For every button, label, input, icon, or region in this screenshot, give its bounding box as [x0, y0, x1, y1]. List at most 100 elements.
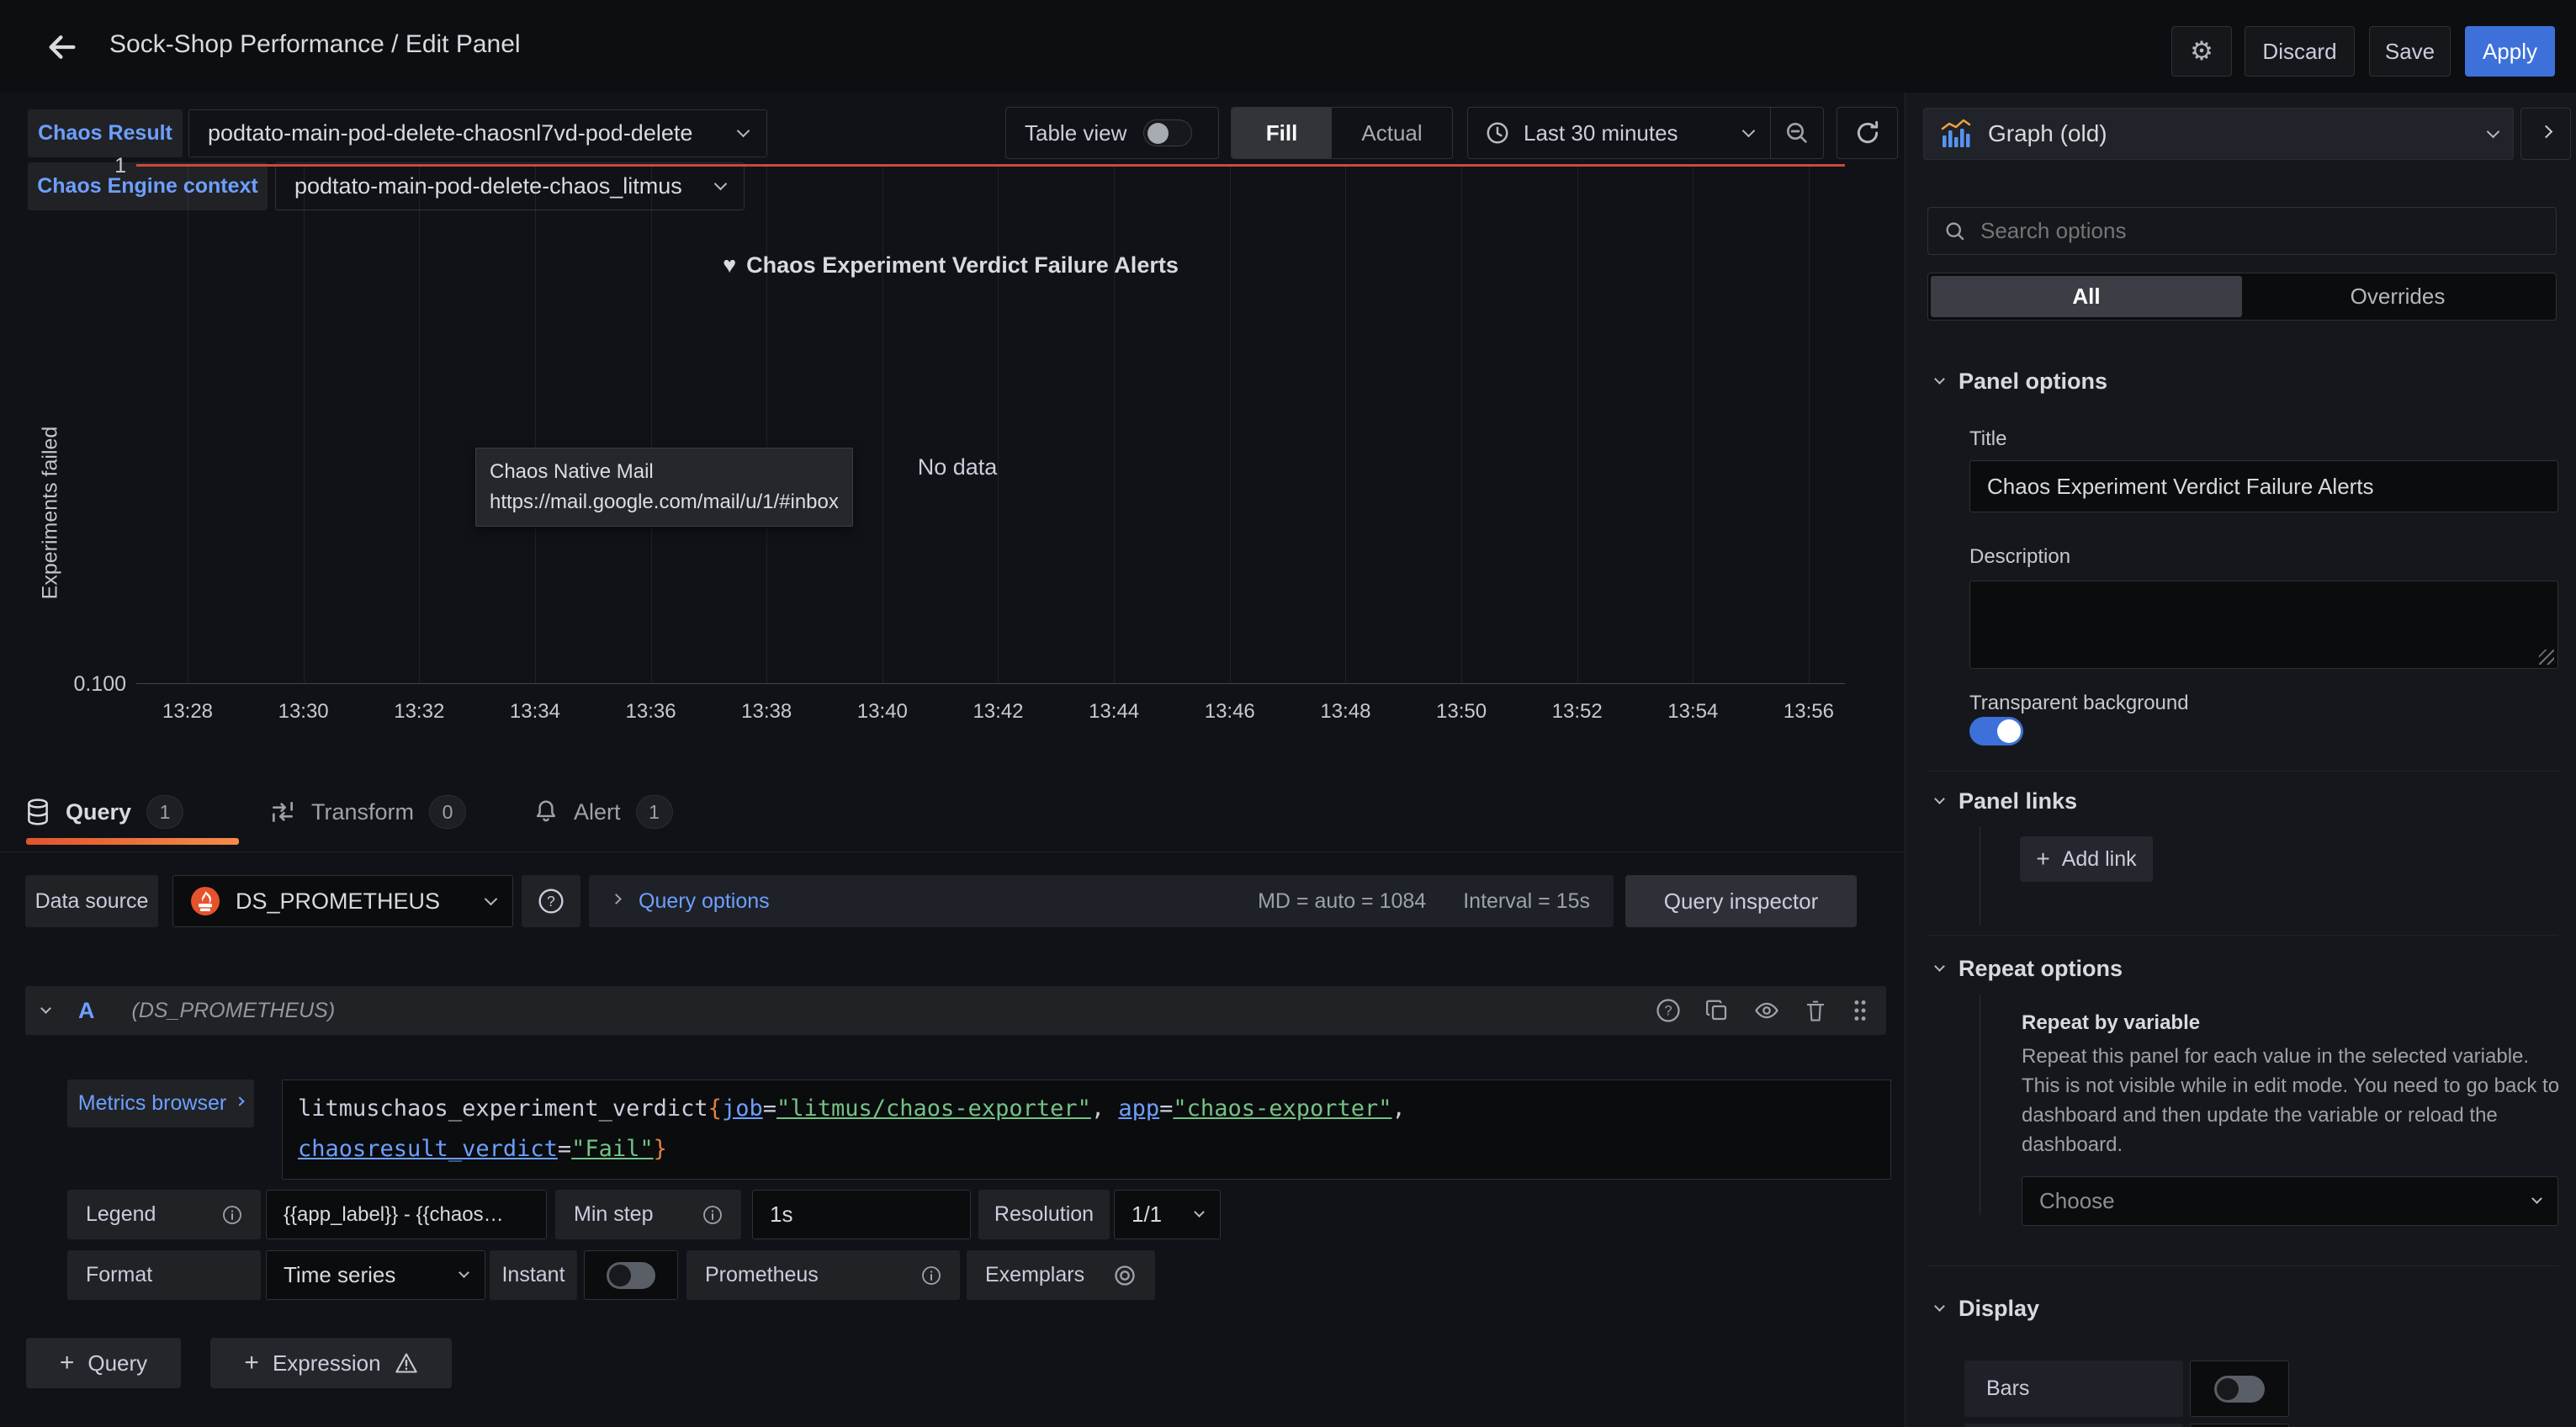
- tab-query[interactable]: Query 1: [25, 787, 183, 837]
- panel-links-section-header[interactable]: Panel links: [1936, 788, 2077, 814]
- resolution-label-text: Resolution: [994, 1202, 1094, 1227]
- x-tick-label: 13:52: [1519, 700, 1636, 724]
- legend-input[interactable]: [266, 1190, 547, 1239]
- tab-transform-count: 0: [429, 795, 466, 829]
- tab-transform[interactable]: Transform 0: [269, 787, 466, 837]
- panel-settings-button[interactable]: ⚙: [2171, 26, 2232, 77]
- tab-all[interactable]: All: [1931, 276, 2242, 317]
- discard-button[interactable]: Discard: [2245, 26, 2355, 77]
- query-options-bar[interactable]: Query options MD = auto = 1084 Interval …: [589, 875, 1614, 927]
- x-gridline: [1577, 166, 1578, 683]
- section-divider: [1927, 1265, 2558, 1266]
- bars-toggle[interactable]: [2214, 1376, 2265, 1403]
- back-arrow-icon[interactable]: [37, 24, 87, 71]
- x-gridline: [1461, 166, 1462, 683]
- x-gridline: [1114, 166, 1115, 683]
- transparent-bg-toggle[interactable]: [1969, 717, 2023, 745]
- chevron-right-icon: [236, 1096, 245, 1106]
- resolution-select[interactable]: 1/1: [1114, 1190, 1221, 1239]
- chevron-right-icon: [611, 894, 622, 904]
- viz-picker[interactable]: Graph (old): [1923, 108, 2514, 160]
- delete-query-trash-icon[interactable]: [1804, 998, 1827, 1023]
- transform-icon: [269, 798, 296, 825]
- query-inspector-button[interactable]: Query inspector: [1625, 875, 1857, 927]
- panel-options-title: Panel options: [1959, 369, 2107, 395]
- search-options-input[interactable]: [1980, 218, 2541, 244]
- chart-plot-area[interactable]: [136, 166, 1845, 684]
- query-row-header[interactable]: A (DS_PROMETHEUS) ?: [25, 986, 1886, 1035]
- instant-toggle[interactable]: [607, 1262, 655, 1289]
- prometheus-label-text: Prometheus: [705, 1263, 819, 1287]
- description-textarea[interactable]: [1969, 581, 2558, 669]
- fill-option[interactable]: Fill: [1232, 108, 1332, 158]
- title-input[interactable]: [1969, 460, 2558, 512]
- refresh-button[interactable]: [1837, 107, 1898, 159]
- x-tick-label: 13:42: [939, 700, 1057, 724]
- plus-icon: +: [2036, 846, 2049, 873]
- tab-overrides[interactable]: Overrides: [2242, 276, 2553, 317]
- duplicate-query-icon[interactable]: [1704, 998, 1730, 1023]
- save-button[interactable]: Save: [2369, 26, 2451, 77]
- resize-handle-icon[interactable]: [2539, 650, 2554, 665]
- x-tick-label: 13:40: [824, 700, 941, 724]
- zoom-out-button[interactable]: [1771, 108, 1823, 158]
- info-icon: [222, 1205, 242, 1225]
- x-tick-label: 13:28: [129, 700, 246, 724]
- exemplars-toggle-icon[interactable]: [1113, 1264, 1137, 1287]
- add-expression-label: Expression: [273, 1350, 381, 1377]
- search-options-box[interactable]: [1927, 207, 2557, 255]
- legend-format-field[interactable]: [266, 1190, 547, 1239]
- x-gridline: [1809, 166, 1810, 683]
- add-expression-button[interactable]: + Expression: [210, 1338, 452, 1388]
- panel-links-title: Panel links: [1959, 788, 2077, 814]
- gear-icon: ⚙: [2190, 36, 2213, 66]
- promql-editor[interactable]: litmuschaos_experiment_verdict{job="litm…: [282, 1080, 1891, 1180]
- time-range-picker: Last 30 minutes: [1467, 107, 1824, 159]
- min-step-input[interactable]: [752, 1190, 971, 1239]
- variable-value-text: podtato-main-pod-delete-chaosnl7vd-pod-d…: [208, 120, 692, 146]
- apply-button[interactable]: Apply: [2465, 26, 2555, 77]
- panel-title-field[interactable]: [1969, 460, 2558, 512]
- toggle-pane-button[interactable]: [2520, 108, 2571, 160]
- next-row-sliver: [2190, 1424, 2289, 1427]
- drag-handle-icon[interactable]: [1851, 998, 1869, 1023]
- title-label: Title: [1969, 427, 2006, 451]
- variable-label-chaos-result: Chaos Result: [28, 109, 183, 157]
- variable-value-chaos-result[interactable]: podtato-main-pod-delete-chaosnl7vd-pod-d…: [188, 109, 767, 157]
- panel-options-section-header[interactable]: Panel options: [1936, 369, 2107, 395]
- tooltip-title: Chaos Native Mail: [490, 457, 839, 487]
- min-step-field[interactable]: [752, 1190, 971, 1239]
- hide-query-eye-icon[interactable]: [1753, 998, 1780, 1023]
- datasource-label-text: Data source: [35, 889, 149, 914]
- repeat-variable-select[interactable]: Choose: [2022, 1176, 2558, 1226]
- chevron-down-icon: [2487, 125, 2500, 138]
- collapse-chevron-icon[interactable]: [40, 1003, 51, 1014]
- datasource-picker[interactable]: DS_PROMETHEUS: [172, 875, 513, 927]
- x-gridline: [1345, 166, 1346, 683]
- chevron-right-icon: [2539, 125, 2552, 138]
- instant-label: Instant: [490, 1250, 577, 1300]
- x-gridline: [535, 166, 536, 683]
- legend-label: Legend: [67, 1190, 261, 1239]
- active-tab-underline: [26, 838, 239, 845]
- no-data-text: No data: [869, 454, 1046, 480]
- time-range-button[interactable]: Last 30 minutes: [1468, 108, 1771, 158]
- add-query-button[interactable]: + Query: [26, 1338, 181, 1388]
- query-help-icon[interactable]: ?: [1656, 998, 1681, 1023]
- tooltip-link[interactable]: https://mail.google.com/mail/u/1/#inbox: [490, 487, 839, 517]
- table-view-label: Table view: [1025, 120, 1126, 146]
- table-view-toggle[interactable]: [1143, 119, 1192, 146]
- format-select[interactable]: Time series: [266, 1250, 485, 1300]
- metrics-browser-button[interactable]: Metrics browser: [67, 1080, 254, 1127]
- format-label-text: Format: [86, 1263, 152, 1287]
- add-link-button[interactable]: + Add link: [2020, 836, 2153, 882]
- tab-alert[interactable]: Alert 1: [533, 787, 673, 837]
- exemplars-control: Exemplars: [967, 1250, 1155, 1300]
- actual-option[interactable]: Actual: [1332, 108, 1452, 158]
- y-tick-0100: 0.100: [38, 672, 126, 697]
- clock-icon: [1485, 120, 1510, 146]
- display-section-header[interactable]: Display: [1936, 1296, 2039, 1322]
- y-tick-1: 1: [50, 154, 126, 178]
- repeat-options-section-header[interactable]: Repeat options: [1936, 956, 2123, 982]
- datasource-help-button[interactable]: ?: [522, 875, 580, 927]
